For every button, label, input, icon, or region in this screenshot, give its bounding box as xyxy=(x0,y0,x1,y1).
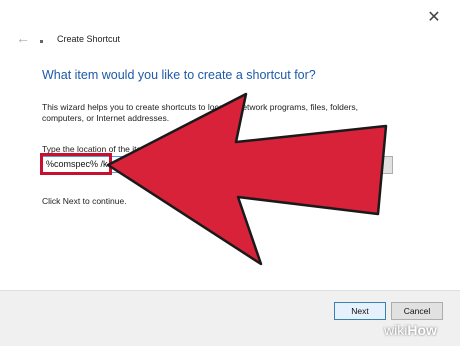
window-title: Create Shortcut xyxy=(57,34,121,44)
watermark-wiki: wiki xyxy=(384,322,408,338)
browse-button[interactable]: Browse... xyxy=(335,156,393,174)
shortcut-icon xyxy=(40,40,43,43)
watermark-how: How xyxy=(407,322,437,338)
back-arrow-icon[interactable]: ← xyxy=(16,30,32,46)
continue-instruction: Click Next to continue. xyxy=(42,196,127,206)
cancel-button[interactable]: Cancel xyxy=(391,302,443,320)
close-icon[interactable]: ✕ xyxy=(424,8,444,28)
watermark-logo: wikiHow xyxy=(384,322,437,338)
next-button[interactable]: Next xyxy=(334,302,386,320)
highlight-box xyxy=(40,153,112,175)
page-heading: What item would you like to create a sho… xyxy=(42,68,316,82)
create-shortcut-window: ✕ ← Create Shortcut What item would you … xyxy=(0,0,460,346)
wizard-description: This wizard helps you to create shortcut… xyxy=(42,102,359,123)
